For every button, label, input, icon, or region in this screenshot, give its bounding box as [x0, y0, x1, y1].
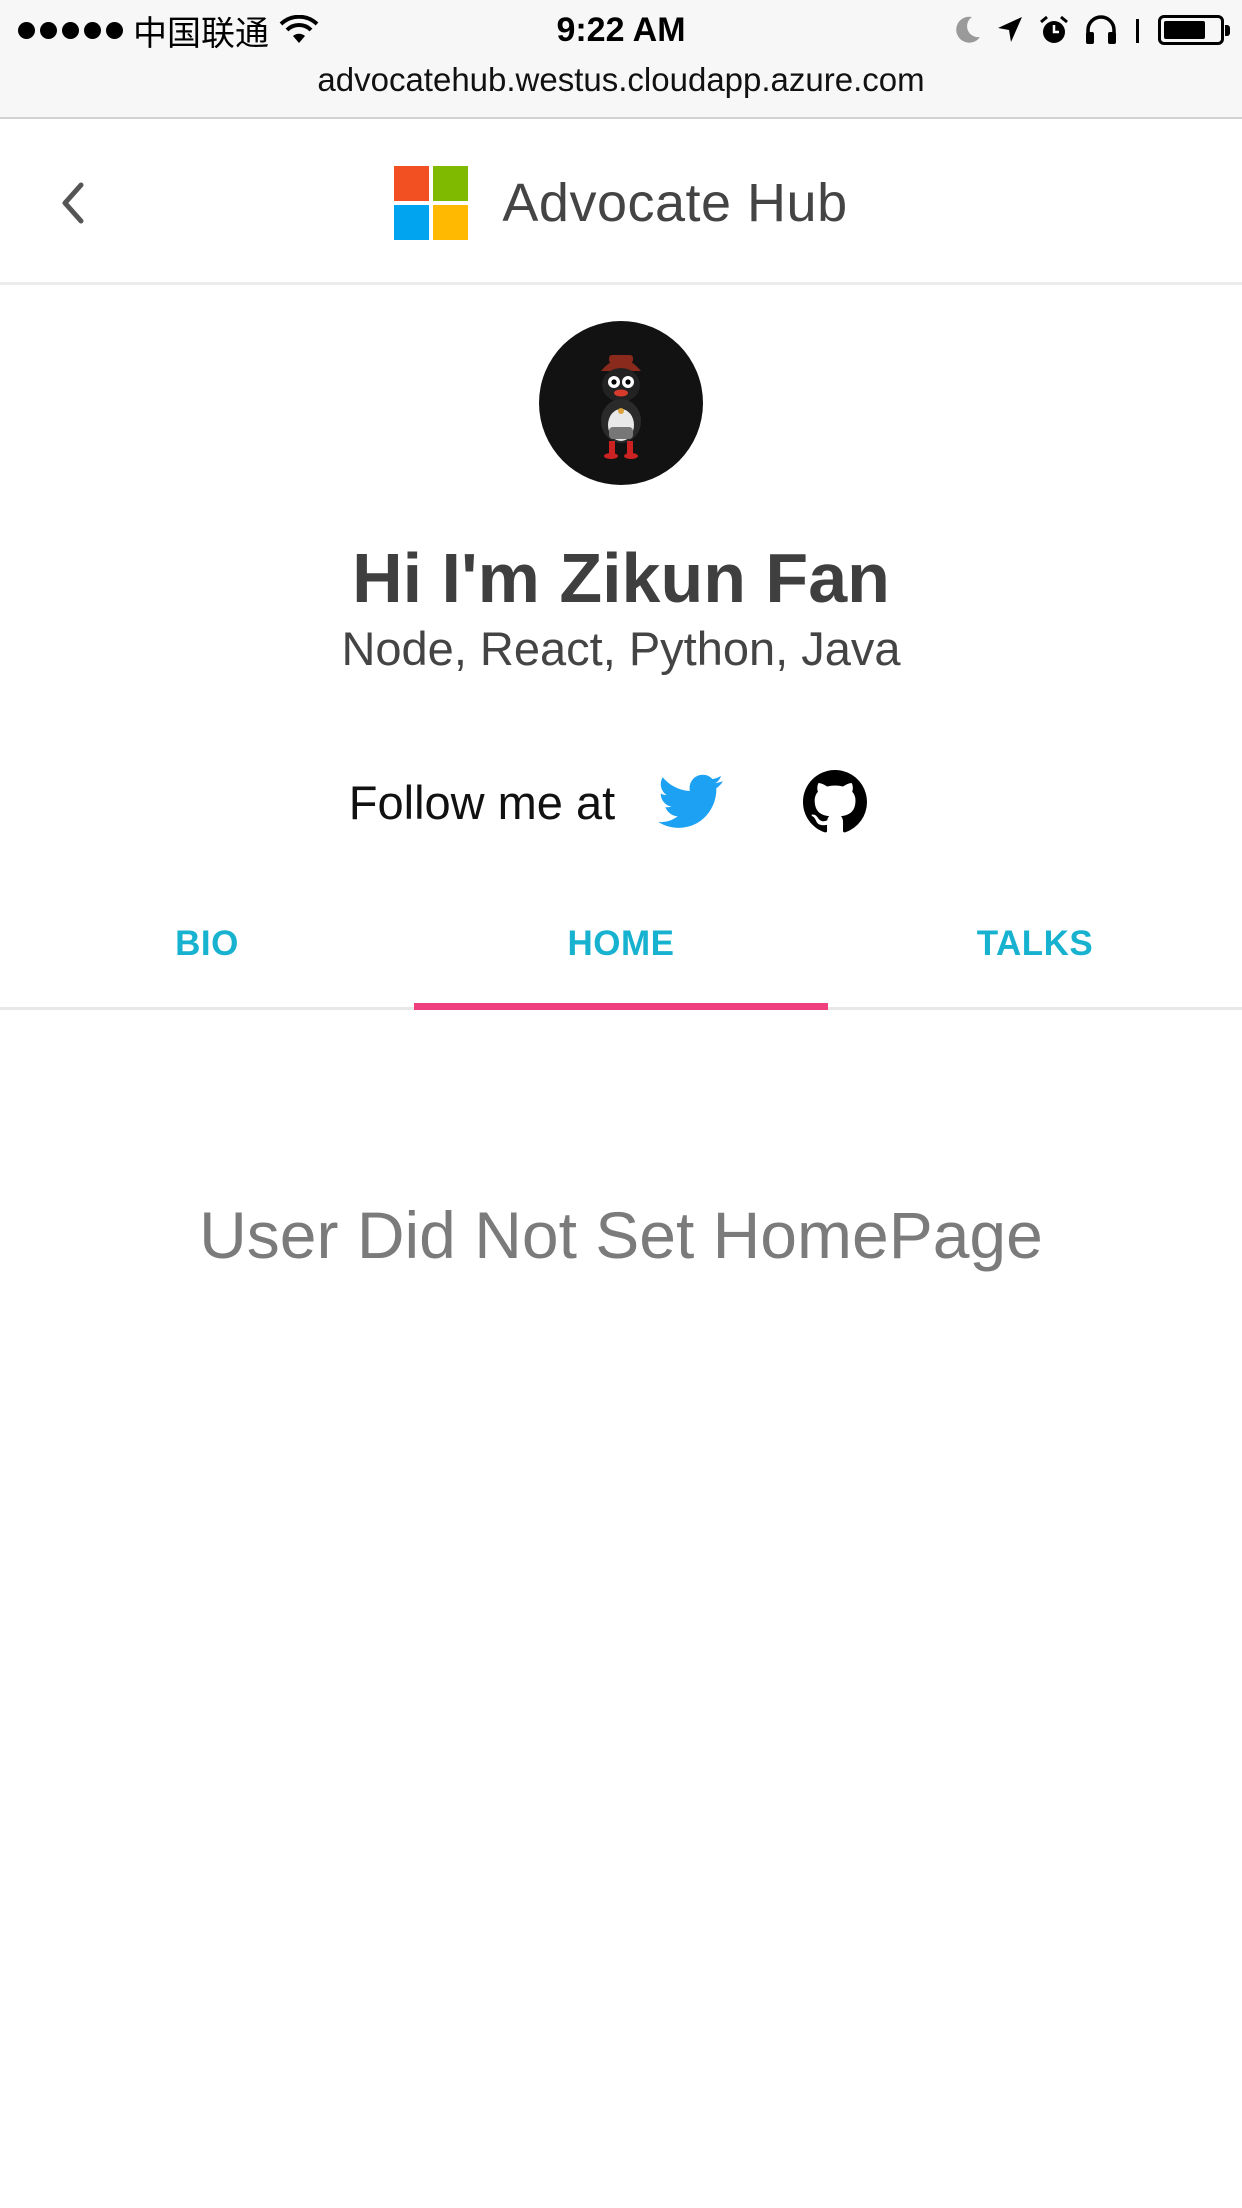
status-bar: 中国联通 9:22 AM advocatehub.westus.cloudapp…: [0, 0, 1242, 119]
app-title: Advocate Hub: [502, 173, 848, 233]
alarm-clock-icon: [1040, 15, 1068, 43]
github-link[interactable]: [795, 762, 875, 842]
moon-icon: [956, 16, 980, 43]
battery-level: [1164, 21, 1205, 39]
penguin-avatar-image: [601, 355, 641, 459]
twitter-icon: [658, 774, 724, 828]
microsoft-logo: [394, 166, 469, 240]
follow-row: Follow me at: [0, 760, 1242, 844]
follow-label: Follow me at: [348, 775, 616, 829]
profile-tabs: BIO HOME TALKS: [0, 880, 1242, 1010]
profile-name: Hi I'm Zikun Fan: [352, 539, 890, 617]
profile-skills: Node, React, Python, Java: [341, 622, 901, 675]
battery-icon: [1158, 15, 1230, 45]
tab-talks[interactable]: TALKS: [828, 880, 1242, 1007]
twitter-link[interactable]: [651, 762, 731, 842]
avatar: [539, 321, 703, 485]
headphones-icon: [1086, 15, 1116, 44]
github-icon: [803, 770, 868, 833]
url-bar[interactable]: advocatehub.westus.cloudapp.azure.com: [0, 56, 1242, 104]
status-bar-right: [954, 8, 1230, 52]
app-header: Advocate Hub: [0, 121, 1242, 285]
location-arrow-icon: [998, 17, 1022, 42]
empty-homepage-message: User Did Not Set HomePage: [199, 1198, 1043, 1272]
bluetooth-icon: [1136, 19, 1139, 43]
tab-bio[interactable]: BIO: [0, 880, 414, 1007]
brand: Advocate Hub: [0, 121, 1242, 285]
tab-home[interactable]: HOME: [414, 880, 828, 1010]
